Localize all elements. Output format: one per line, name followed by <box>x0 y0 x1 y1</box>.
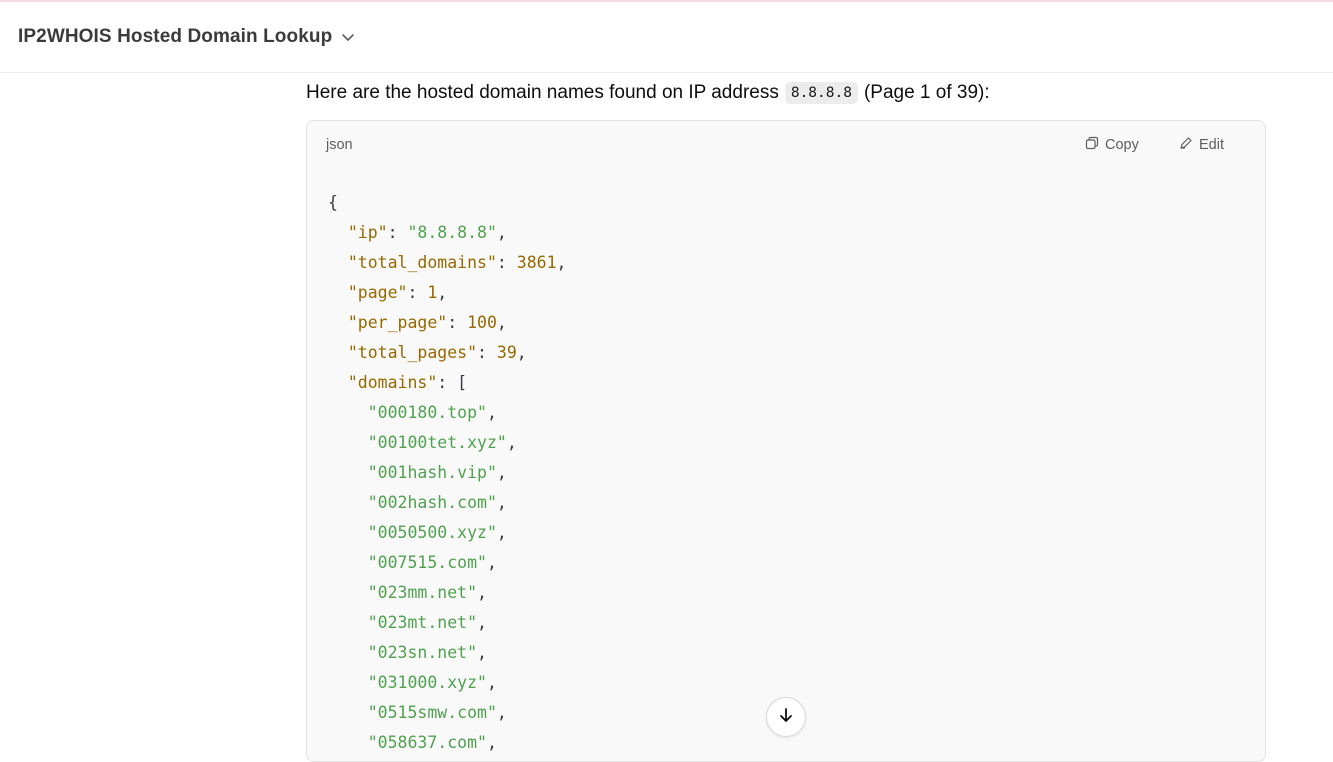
chat-header: IP2WHOIS Hosted Domain Lookup <box>0 2 1333 73</box>
json-value: "8.8.8.8" <box>407 223 497 242</box>
code-block: json Copy Edit { "ip": "8.8.8.8", "total… <box>306 120 1266 762</box>
json-key: "total_pages" <box>347 343 478 362</box>
code-language-label: json <box>326 137 353 153</box>
copy-code-button[interactable]: Copy <box>1085 136 1139 154</box>
domain-item: "023mm.net" <box>367 583 478 602</box>
assistant-message-intro: Here are the hosted domain names found o… <box>306 82 990 104</box>
scroll-to-bottom-button[interactable] <box>766 697 806 737</box>
edit-code-button[interactable]: Edit <box>1179 136 1224 154</box>
pencil-icon <box>1179 136 1193 154</box>
domain-item: "007515.com" <box>367 553 487 572</box>
json-value: 39 <box>496 343 517 362</box>
open-brace: { <box>328 193 338 212</box>
gpt-title: IP2WHOIS Hosted Domain Lookup <box>18 26 333 47</box>
json-value: 100 <box>467 313 497 332</box>
intro-page-text: (Page 1 of 39): <box>863 82 990 103</box>
domain-item: "000180.top" <box>367 403 487 422</box>
domain-item: "023sn.net" <box>367 643 478 662</box>
domain-item: "023mt.net" <box>367 613 478 632</box>
json-value: 1 <box>427 283 438 302</box>
copy-label: Copy <box>1105 137 1139 153</box>
domain-item: "031000.xyz" <box>367 673 487 692</box>
json-key: "total_domains" <box>347 253 497 272</box>
edit-label: Edit <box>1199 137 1224 153</box>
domain-item: "001hash.vip" <box>367 463 497 482</box>
intro-text: Here are the hosted domain names found o… <box>306 82 779 103</box>
domain-item: "0050500.xyz" <box>367 523 497 542</box>
arrow-down-icon <box>777 706 795 729</box>
domain-item: "002hash.com" <box>367 493 497 512</box>
domain-item: "00100tet.xyz" <box>367 433 507 452</box>
json-key: "page" <box>347 283 408 302</box>
inline-code-ip: 8.8.8.8 <box>784 82 858 104</box>
domain-item: "0515smw.com" <box>367 703 497 722</box>
json-key-domains: "domains" <box>347 373 438 392</box>
json-key: "per_page" <box>347 313 448 332</box>
json-value: 3861 <box>516 253 557 272</box>
gpt-selector-button[interactable]: IP2WHOIS Hosted Domain Lookup <box>18 26 356 48</box>
copy-icon <box>1085 136 1099 154</box>
chevron-down-icon <box>340 29 356 45</box>
domain-item: "058637.com" <box>367 733 487 752</box>
json-code: { "ip": "8.8.8.8", "total_domains": 3861… <box>328 193 567 752</box>
json-key: "ip" <box>347 223 388 242</box>
